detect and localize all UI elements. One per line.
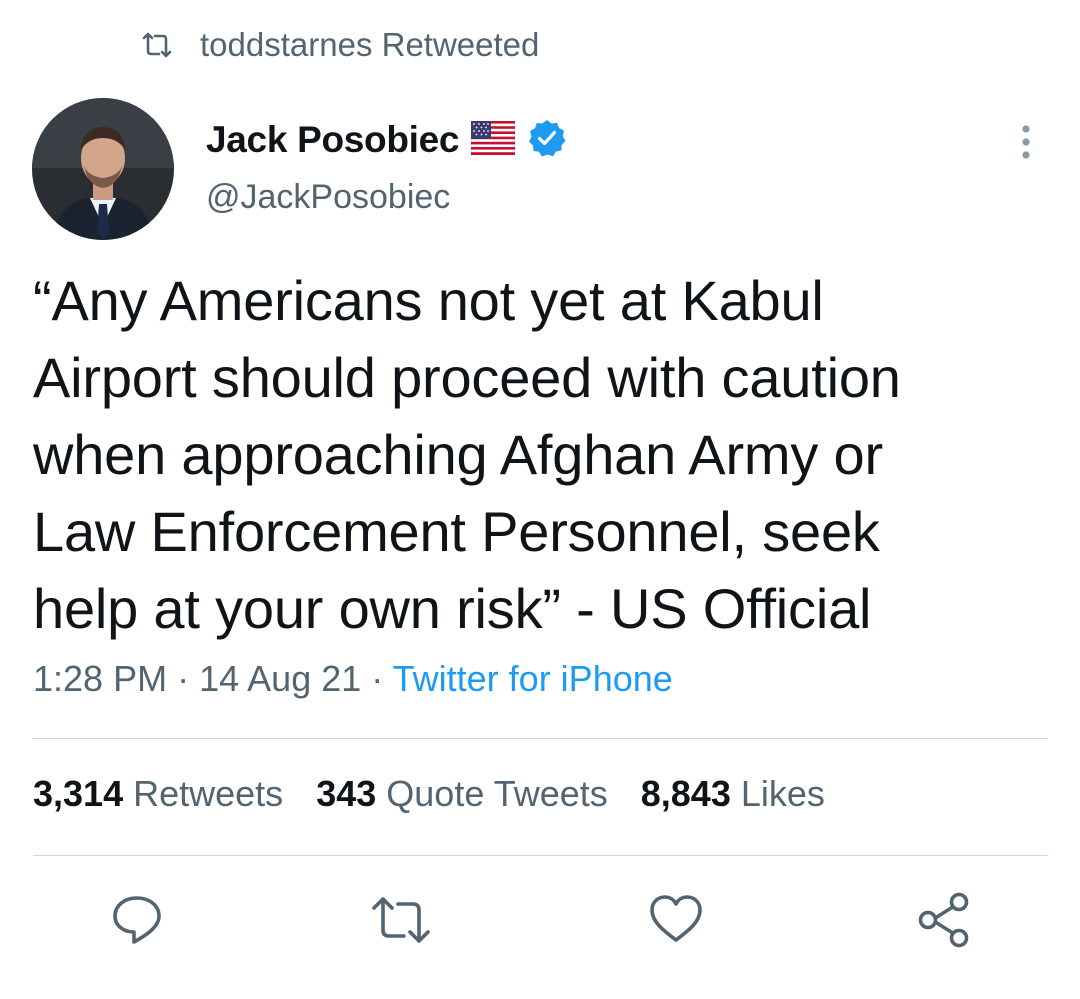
like-icon [646, 890, 706, 950]
retweet-header[interactable]: toddstarnes Retweeted [140, 22, 539, 68]
divider [33, 738, 1048, 739]
tweet-source-link[interactable]: Twitter for iPhone [393, 658, 673, 699]
tweet-text-line: Law Enforcement Personnel, seek [33, 500, 880, 563]
retweets-count: 3,314 [33, 773, 124, 814]
display-name[interactable]: Jack Posobiec [206, 119, 459, 161]
quote-tweets-count: 343 [316, 773, 377, 814]
reply-button[interactable] [107, 890, 167, 950]
retweets-label: Retweets [133, 773, 284, 814]
us-flag-icon [470, 120, 516, 160]
divider [33, 855, 1048, 856]
tweet-actions-bar [0, 890, 1080, 952]
avatar[interactable] [32, 98, 174, 240]
tweet-text: “Any Americans not yet at Kabul Airport … [33, 262, 1053, 647]
retweet-icon [140, 31, 174, 59]
tweet-text-line: “Any Americans not yet at Kabul [33, 269, 824, 332]
tweet-text-line: Airport should proceed with caution [33, 346, 901, 409]
retweet-header-text: toddstarnes Retweeted [200, 26, 540, 63]
quote-tweets-stat[interactable]: 343 Quote Tweets [316, 773, 608, 815]
reply-icon [107, 890, 167, 950]
author-name-row[interactable]: Jack Posobiec [206, 115, 567, 165]
quote-tweets-label: Quote Tweets [386, 773, 608, 814]
tweet-time[interactable]: 1:28 PM [33, 658, 167, 699]
tweet-stats: 3,314 Retweets 343 Quote Tweets 8,843 Li… [33, 773, 858, 815]
likes-label: Likes [740, 773, 825, 814]
like-button[interactable] [646, 890, 706, 950]
retweets-stat[interactable]: 3,314 Retweets [33, 773, 283, 815]
share-icon [913, 890, 973, 950]
more-options-icon[interactable] [1010, 122, 1042, 164]
retweet-button[interactable] [368, 890, 430, 950]
tweet-date[interactable]: 14 Aug 21 [199, 658, 361, 699]
retweet-icon [368, 890, 430, 950]
tweet-text-line: when approaching Afghan Army or [33, 423, 883, 486]
verified-badge-icon [527, 118, 567, 163]
share-button[interactable] [913, 890, 973, 950]
tweet-meta: 1:28 PM · 14 Aug 21 · Twitter for iPhone [33, 658, 673, 700]
likes-count: 8,843 [640, 773, 731, 814]
meta-separator: · [371, 658, 384, 699]
tweet-text-line: help at your own risk” - US Official [33, 577, 872, 640]
likes-stat[interactable]: 8,843 Likes [641, 773, 825, 815]
author-handle[interactable]: @JackPosobiec [206, 178, 450, 217]
meta-separator: · [177, 658, 190, 699]
